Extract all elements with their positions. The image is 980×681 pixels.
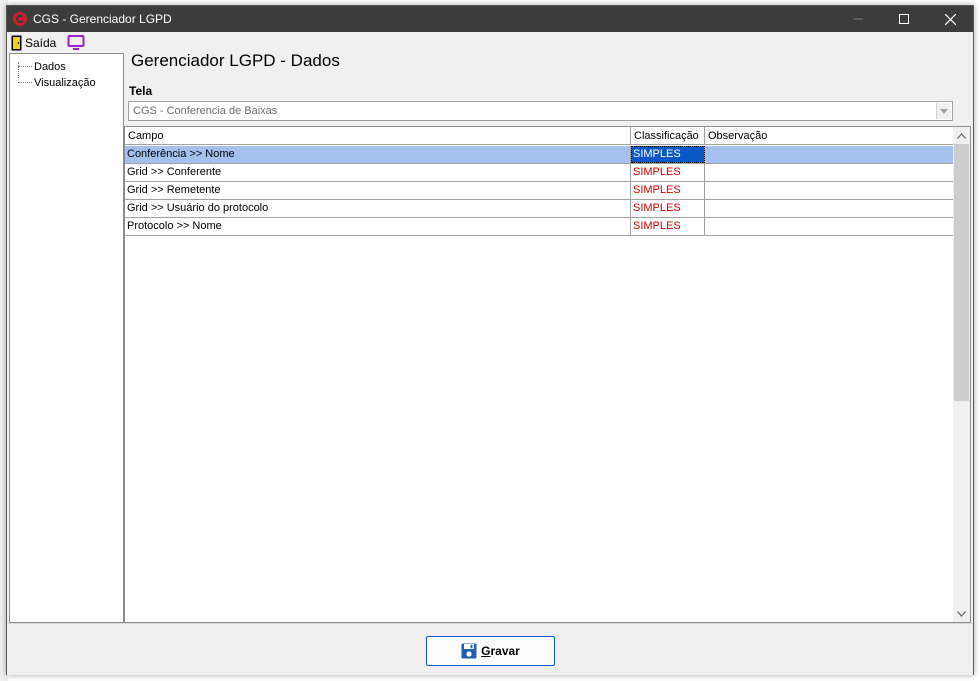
tree-item-visualizacao[interactable]: Visualização xyxy=(18,75,96,90)
save-button[interactable]: Gravar xyxy=(426,636,555,666)
cell-classificacao[interactable]: SIMPLES xyxy=(631,146,705,163)
table-row[interactable]: Grid >> Remetente SIMPLES xyxy=(125,182,954,200)
cell-observacao[interactable] xyxy=(705,146,954,163)
cell-classificacao[interactable]: SIMPLES xyxy=(631,200,705,217)
window-edge xyxy=(971,53,973,623)
table-row[interactable]: Grid >> Usuário do protocolo SIMPLES xyxy=(125,200,954,218)
cell-campo[interactable]: Grid >> Conferente xyxy=(125,164,631,181)
tree-connector xyxy=(18,66,32,67)
cell-classificacao[interactable]: SIMPLES xyxy=(631,218,705,235)
cell-observacao[interactable] xyxy=(705,164,954,181)
scroll-down-button[interactable] xyxy=(953,605,970,622)
cell-observacao[interactable] xyxy=(705,218,954,235)
tree-item-dados[interactable]: Dados xyxy=(18,59,66,74)
chevron-down-icon xyxy=(957,610,966,617)
save-button-label-rest: ravar xyxy=(490,644,520,658)
cell-campo[interactable]: Conferência >> Nome xyxy=(125,146,631,163)
close-icon xyxy=(944,13,956,25)
exit-menu-item[interactable]: Saída xyxy=(11,34,56,51)
cgs-logo-icon xyxy=(13,12,27,26)
monitor-icon[interactable] xyxy=(67,35,85,50)
exit-door-icon xyxy=(11,35,22,50)
exit-menu-label: Saída xyxy=(25,35,57,50)
chevron-down-icon xyxy=(940,108,948,114)
close-button[interactable] xyxy=(927,6,973,32)
table-row[interactable]: Grid >> Conferente SIMPLES xyxy=(125,164,954,182)
table-row[interactable]: Protocolo >> Nome SIMPLES xyxy=(125,218,954,236)
cell-campo[interactable]: Grid >> Remetente xyxy=(125,182,631,199)
save-button-label: Gravar xyxy=(481,644,520,658)
column-header-classificacao[interactable]: Classificação xyxy=(631,127,705,145)
title-bar[interactable]: CGS - Gerenciador LGPD xyxy=(7,6,973,32)
column-header-observacao[interactable]: Observação xyxy=(705,127,954,145)
grid-vertical-scrollbar[interactable] xyxy=(953,127,970,622)
window-title: CGS - Gerenciador LGPD xyxy=(33,12,172,26)
scroll-up-button[interactable] xyxy=(953,127,970,144)
cell-campo[interactable]: Grid >> Usuário do protocolo xyxy=(125,200,631,217)
tela-select[interactable]: CGS - Conferencia de Baixas xyxy=(128,101,953,121)
scrollbar-thumb[interactable] xyxy=(954,144,969,401)
tela-select-dropdown-button[interactable] xyxy=(936,103,951,119)
maximize-button[interactable] xyxy=(881,6,927,32)
cell-observacao[interactable] xyxy=(705,200,954,217)
page-title: Gerenciador LGPD - Dados xyxy=(131,51,340,70)
cell-classificacao[interactable]: SIMPLES xyxy=(631,182,705,199)
cell-observacao[interactable] xyxy=(705,182,954,199)
tela-label: Tela xyxy=(129,84,153,98)
floppy-disk-icon xyxy=(461,643,477,659)
cell-classificacao[interactable]: SIMPLES xyxy=(631,164,705,181)
cell-campo[interactable]: Protocolo >> Nome xyxy=(125,218,631,235)
app-window: CGS - Gerenciador LGPD Saída Dados Visua… xyxy=(6,5,974,675)
data-grid[interactable]: Campo Classificação Observação Conferênc… xyxy=(124,126,971,623)
chevron-up-icon xyxy=(957,132,966,139)
tree-item-label: Dados xyxy=(34,60,66,73)
table-row[interactable]: Conferência >> Nome SIMPLES xyxy=(125,146,954,164)
column-header-campo[interactable]: Campo xyxy=(125,127,631,145)
navigation-tree: Dados Visualização xyxy=(9,53,124,623)
tree-item-label: Visualização xyxy=(34,76,96,89)
menu-bar: Saída xyxy=(7,32,973,53)
grid-header: Campo Classificação Observação xyxy=(125,127,954,145)
tela-select-value: CGS - Conferencia de Baixas xyxy=(133,105,278,117)
tree-connector xyxy=(18,82,32,83)
bottom-toolbar: Gravar xyxy=(7,623,973,675)
maximize-icon xyxy=(899,14,909,24)
minimize-button[interactable] xyxy=(835,6,881,32)
minimize-icon xyxy=(853,18,863,20)
